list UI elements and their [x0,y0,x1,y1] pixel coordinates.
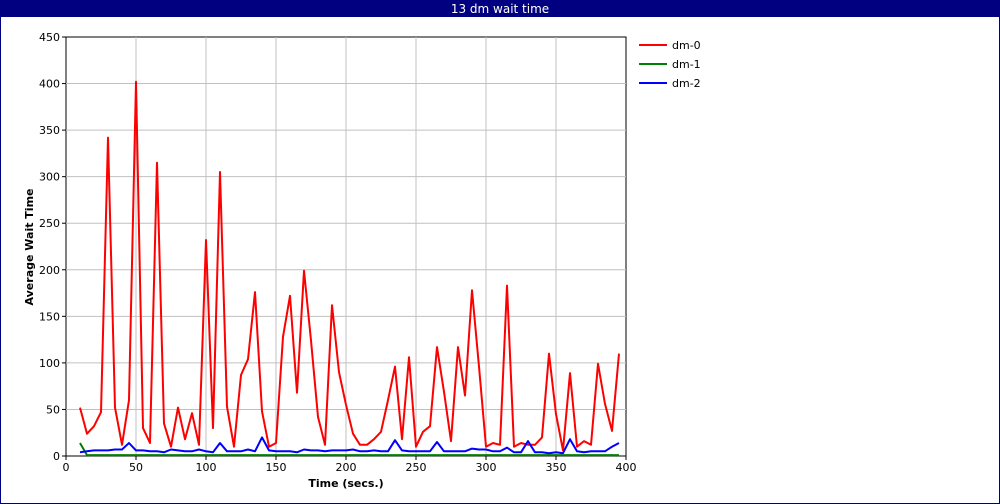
x-tick-label: 50 [129,461,143,474]
x-tick-label: 0 [63,461,70,474]
x-tick-label: 300 [476,461,497,474]
y-tick-label: 450 [39,31,60,44]
x-axis-title: Time (secs.) [308,477,383,490]
legend: dm-0 dm-1 dm-2 [639,39,701,90]
y-axis-title: Average Wait Time [23,189,36,306]
y-tick-label: 0 [53,450,60,463]
line-chart: 0 50 100 150 200 250 300 350 400 0 50 100 150 200 250… [23,31,701,490]
y-axis: 0 50 100 150 200 250 300 350 400 450 [39,31,66,463]
y-tick-label: 200 [39,264,60,277]
x-tick-label: 200 [336,461,357,474]
x-axis: 0 50 100 150 200 250 300 350 400 [63,456,637,474]
y-tick-label: 50 [46,403,60,416]
legend-label-dm-2: dm-2 [672,77,701,90]
y-tick-label: 100 [39,357,60,370]
y-tick-label: 250 [39,217,60,230]
legend-label-dm-0: dm-0 [672,39,701,52]
x-tick-label: 100 [196,461,217,474]
y-tick-label: 400 [39,78,60,91]
x-tick-label: 400 [616,461,637,474]
x-tick-label: 250 [406,461,427,474]
chart-window: 13 dm wait time 0 50 100 150 200 250 300 350 400… [0,0,1000,504]
x-tick-label: 150 [266,461,287,474]
y-tick-label: 150 [39,310,60,323]
x-tick-label: 350 [546,461,567,474]
y-tick-label: 300 [39,171,60,184]
y-tick-label: 350 [39,124,60,137]
legend-label-dm-1: dm-1 [672,58,701,71]
